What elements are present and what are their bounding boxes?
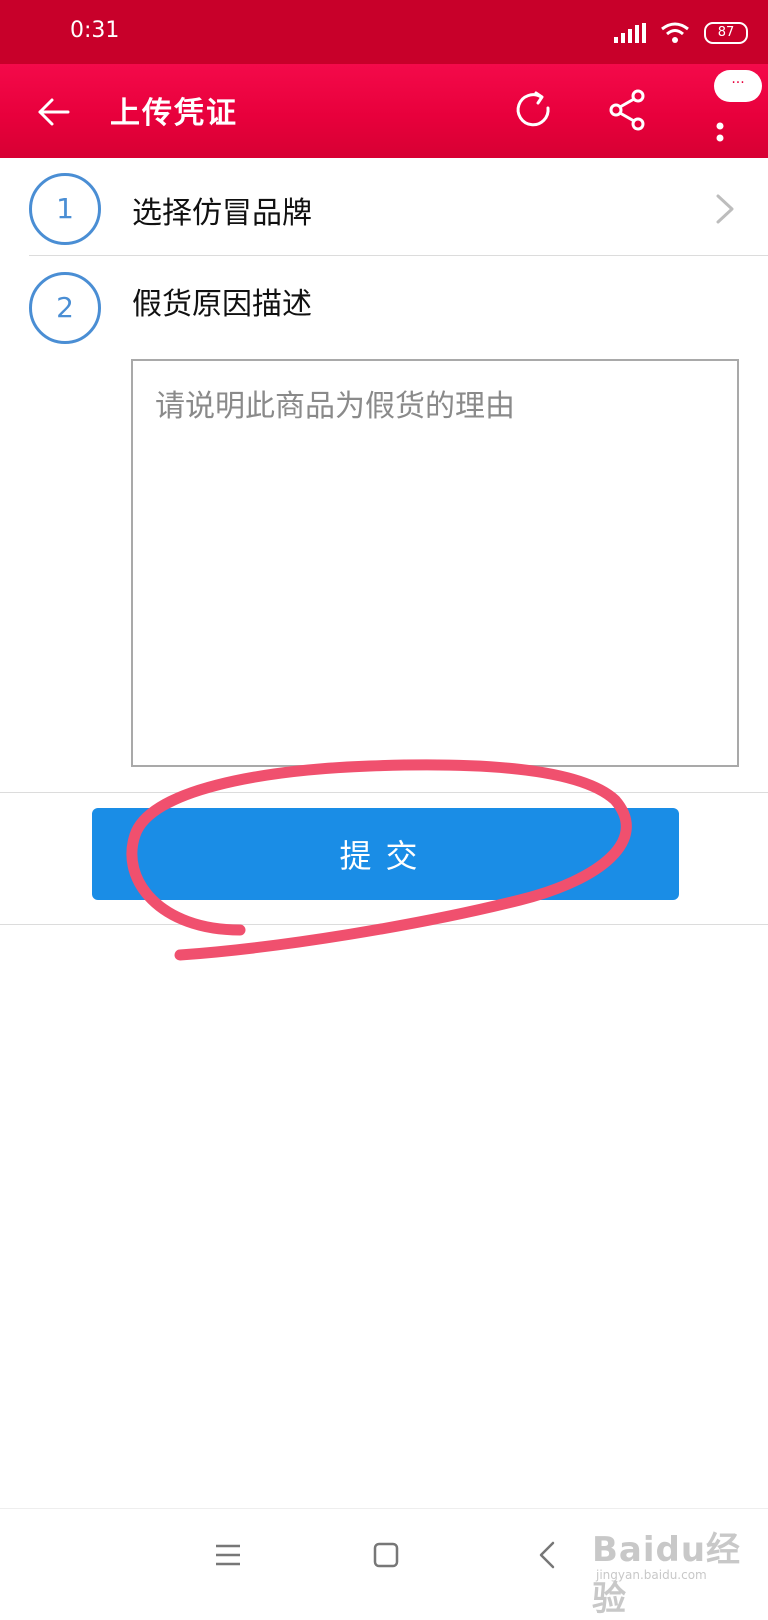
select-brand-label[interactable]: 选择仿冒品牌 <box>132 188 312 232</box>
back-nav-icon[interactable] <box>528 1535 568 1575</box>
description-textarea[interactable] <box>131 359 739 767</box>
status-time: 0:31 <box>70 18 120 43</box>
status-bar: 0:31 87 <box>0 0 768 64</box>
refresh-icon[interactable] <box>510 86 558 134</box>
baidu-watermark: Baidu经验 jingyan.baidu.com <box>592 1522 752 1619</box>
divider <box>0 924 768 925</box>
status-icons: 87 <box>614 18 748 48</box>
back-arrow-icon[interactable] <box>28 88 76 136</box>
divider <box>0 792 768 793</box>
share-icon[interactable] <box>604 86 652 134</box>
title-bar: 上传凭证 <box>0 64 768 158</box>
divider <box>29 255 768 256</box>
home-icon[interactable] <box>366 1535 406 1575</box>
signal-icon <box>614 23 646 43</box>
chevron-right-icon[interactable] <box>714 193 736 225</box>
battery-indicator: 87 <box>704 22 748 44</box>
annotation-circle-drawing <box>126 759 632 961</box>
watermark-url: jingyan.baidu.com <box>596 1568 707 1582</box>
message-bubble[interactable]: ··· <box>714 70 762 102</box>
step-2-number: 2 <box>29 272 101 344</box>
page-title: 上传凭证 <box>110 96 238 131</box>
menu-icon[interactable] <box>208 1535 248 1575</box>
wifi-icon <box>661 22 689 43</box>
submit-button[interactable]: 提交 <box>92 808 679 900</box>
step-1-number: 1 <box>29 173 101 245</box>
fake-reason-label: 假货原因描述 <box>132 287 312 322</box>
